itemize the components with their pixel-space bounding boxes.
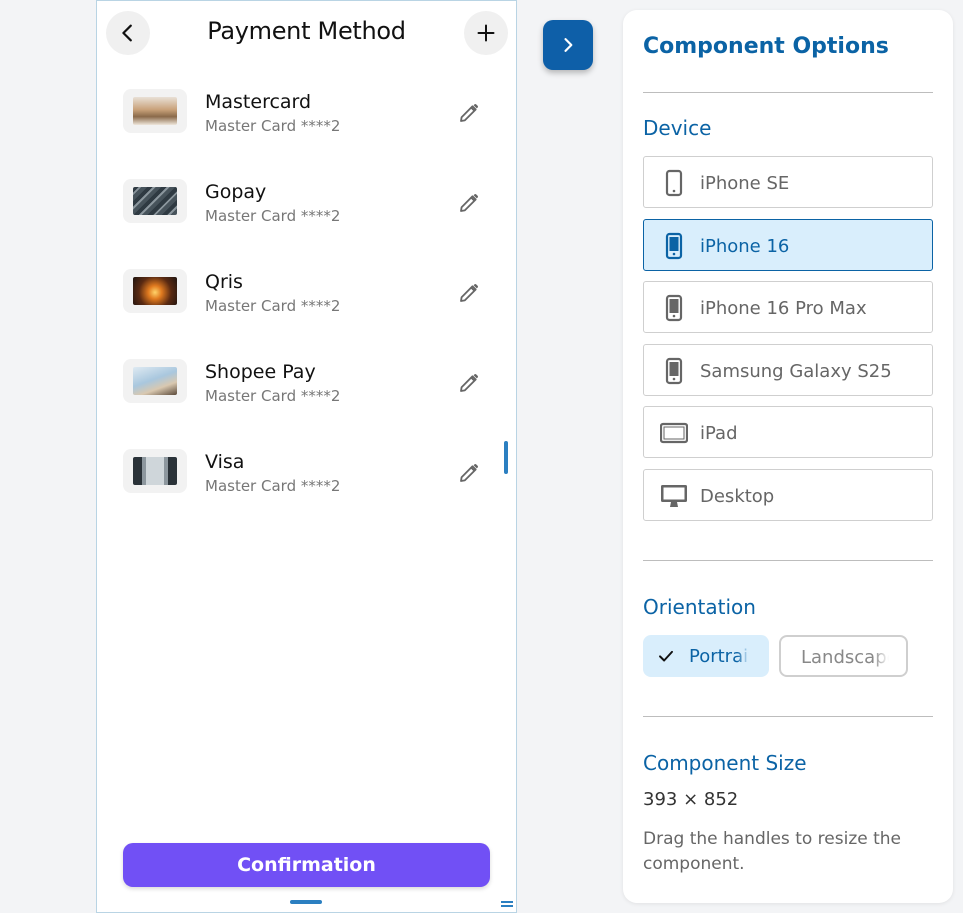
phone-icon [665, 232, 683, 260]
payment-method-list: Mastercard Master Card ****2 Gopay Maste… [97, 69, 516, 519]
payment-thumbnail [123, 89, 187, 133]
phone-icon [665, 294, 683, 322]
toggle-panel-button[interactable] [543, 20, 593, 70]
resize-handle-corner[interactable] [501, 901, 513, 907]
payment-method-detail: Master Card ****2 [205, 297, 341, 315]
orientation-label: Portrait [689, 646, 749, 667]
plus-icon [477, 24, 495, 42]
device-option-ipad[interactable]: iPad [643, 406, 933, 458]
payment-method-name: Mastercard [205, 91, 312, 113]
payment-method-name: Shopee Pay [205, 361, 316, 383]
divider [643, 92, 933, 93]
device-label: iPad [700, 423, 738, 444]
payment-method-detail: Master Card ****2 [205, 207, 341, 225]
scrollbar[interactable] [504, 441, 508, 474]
phone-icon [665, 169, 683, 197]
payment-method-detail: Master Card ****2 [205, 477, 341, 495]
pencil-icon[interactable] [457, 101, 481, 125]
payment-method-item[interactable]: Shopee Pay Master Card ****2 [97, 339, 516, 429]
payment-method-name: Visa [205, 451, 245, 473]
payment-method-detail: Master Card ****2 [205, 117, 341, 135]
phone-preview: Payment Method Mastercard Master Card **… [96, 0, 517, 913]
payment-thumbnail [123, 449, 187, 493]
pencil-icon[interactable] [457, 191, 481, 215]
device-option-iphone-16[interactable]: iPhone 16 [643, 219, 933, 271]
divider [643, 716, 933, 717]
orientation-landscape-button[interactable]: Landscape [779, 635, 908, 677]
device-label: iPhone 16 Pro Max [700, 298, 867, 319]
payment-thumbnail [123, 269, 187, 313]
resize-handle-bottom[interactable] [290, 900, 322, 904]
payment-method-name: Gopay [205, 181, 267, 203]
device-label: iPhone 16 [700, 236, 790, 257]
device-section-label: Device [643, 116, 712, 140]
device-option-samsung-galaxy-s25[interactable]: Samsung Galaxy S25 [643, 344, 933, 396]
device-option-desktop[interactable]: Desktop [643, 469, 933, 521]
payment-method-item[interactable]: Visa Master Card ****2 [97, 429, 516, 519]
device-option-iphone-se[interactable]: iPhone SE [643, 156, 933, 208]
orientation-portrait-button[interactable]: Portrait [643, 635, 769, 677]
device-option-iphone-16-pro-max[interactable]: iPhone 16 Pro Max [643, 281, 933, 333]
payment-thumbnail [123, 179, 187, 223]
pencil-icon[interactable] [457, 371, 481, 395]
component-size-value: 393 × 852 [643, 789, 739, 810]
size-section-label: Component Size [643, 751, 807, 775]
pencil-icon[interactable] [457, 461, 481, 485]
confirmation-button[interactable]: Confirmation [123, 843, 490, 887]
check-icon [659, 650, 673, 662]
payment-method-item[interactable]: Gopay Master Card ****2 [97, 159, 516, 249]
device-label: iPhone SE [700, 173, 790, 194]
orientation-label: Landscape [801, 647, 889, 668]
device-label: Samsung Galaxy S25 [700, 361, 892, 382]
app-header: Payment Method [97, 1, 516, 65]
device-label: Desktop [700, 486, 775, 507]
chevron-right-icon [564, 38, 573, 52]
add-payment-button[interactable] [464, 11, 508, 55]
panel-title: Component Options [643, 34, 889, 59]
phone-icon [665, 357, 683, 385]
payment-method-item[interactable]: Qris Master Card ****2 [97, 249, 516, 339]
component-options-panel: Component Options Device iPhone SE iPhon… [623, 10, 953, 903]
orientation-section-label: Orientation [643, 595, 756, 619]
monitor-icon [661, 485, 687, 507]
pencil-icon[interactable] [457, 281, 481, 305]
divider [643, 560, 933, 561]
payment-method-detail: Master Card ****2 [205, 387, 341, 405]
resize-hint: Drag the handles to resize the component… [643, 829, 902, 874]
payment-method-item[interactable]: Mastercard Master Card ****2 [97, 69, 516, 159]
payment-method-name: Qris [205, 271, 243, 293]
page-title: Payment Method [207, 17, 406, 45]
tablet-icon [660, 422, 688, 444]
payment-thumbnail [123, 359, 187, 403]
